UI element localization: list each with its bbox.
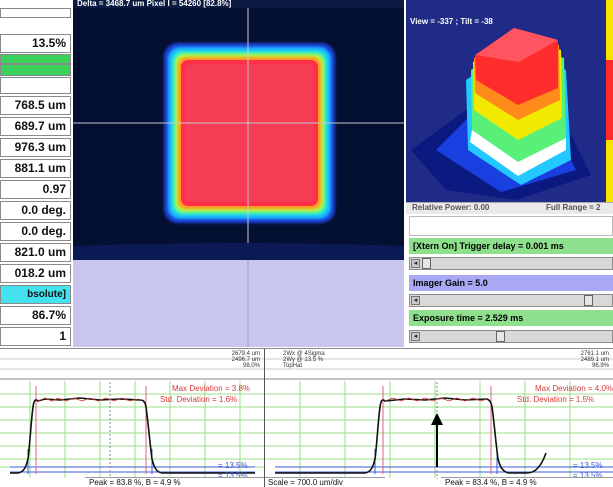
stat-tophat: 96.9% — [591, 363, 609, 369]
relative-power-label: Relative Power: 0.00 — [412, 203, 490, 212]
slider-thumb[interactable] — [422, 258, 431, 269]
full-range-label: Full Range = 2 — [546, 203, 601, 212]
result-value-12: 1 — [0, 327, 71, 346]
peak-footer-y: Peak = 83.4 %, B = 4.9 % — [441, 477, 613, 487]
slider-left-arrow-icon[interactable]: ◂ — [411, 259, 420, 268]
beam-3d-render — [406, 0, 613, 202]
label-tophat: TopHat — [283, 363, 303, 369]
result-value-4: 881.1 um — [0, 159, 71, 178]
result-value-7: 0.0 deg. — [0, 222, 71, 241]
max-deviation-label: Max Deviation = 3.8% — [172, 384, 251, 393]
profile-plot-y[interactable]: 2Wx @ 4Sigma 2Wy @ 13.5 % TopHat 2761.1 … — [265, 348, 613, 487]
trigger-delay-slider[interactable]: ◂ — [409, 257, 613, 270]
beam-caption: Delta = 3468.7 um Pixel I = 54260 [82.8%… — [77, 0, 232, 8]
trigger-delay-label: [Xtern On] Trigger delay = 0.001 ms — [409, 238, 613, 254]
imager-gain-label: Imager Gain = 5.0 — [409, 275, 613, 291]
green-indicator-1 — [0, 54, 71, 64]
results-panel: 13.5% 768.5 um 689.7 um 976.3 um 881.1 um 0.9… — [0, 0, 73, 352]
exposure-time-label: Exposure time = 2.529 ms — [409, 310, 613, 326]
stat-tophat: 98.0% — [242, 363, 260, 369]
result-value-9: 018.2 um — [0, 264, 71, 283]
green-indicator-2 — [0, 64, 71, 76]
result-value-10: bsolute] — [0, 285, 71, 304]
level-label-a: = 13.5% — [573, 461, 603, 470]
result-value-5: 0.97 — [0, 180, 71, 199]
slider-left-arrow-icon[interactable]: ◂ — [411, 332, 420, 341]
status-bar-top — [0, 8, 71, 18]
beam-3d-view[interactable]: View = -337 ; Tilt = -38 — [406, 0, 613, 202]
beam-2d-view[interactable] — [73, 8, 404, 260]
peak-footer-x: Peak = 83.8 %, B = 4.9 % — [85, 477, 264, 487]
result-value-2: 689.7 um — [0, 117, 71, 136]
scale-footer: Scale = 700.0 um/div — [265, 477, 385, 487]
result-value-0: 13.5% — [0, 34, 71, 53]
result-value-3: 976.3 um — [0, 138, 71, 157]
profile-plot-x[interactable]: 2679.4 um 2496.7 um 98.0% Max Deviation … — [0, 348, 265, 487]
profile-y-chart — [265, 358, 613, 479]
result-value-8: 821.0 um — [0, 243, 71, 262]
slider-thumb[interactable] — [584, 295, 593, 306]
std-deviation-label: Std. Deviation = 1.5% — [517, 395, 595, 404]
camera-controls: Relative Power: 0.00 Full Range = 2 [Xte… — [406, 202, 613, 348]
slider-thumb[interactable] — [496, 331, 505, 342]
slider-left-arrow-icon[interactable]: ◂ — [411, 296, 420, 305]
max-deviation-label: Max Deviation = 4.0% — [535, 384, 613, 393]
imager-gain-slider[interactable]: ◂ — [409, 294, 613, 307]
result-value-6: 0.0 deg. — [0, 201, 71, 220]
range-field[interactable] — [409, 216, 613, 236]
result-value-1: 768.5 um — [0, 96, 71, 115]
view-caption: View = -337 ; Tilt = -38 — [410, 17, 493, 26]
status-bar-blank — [0, 77, 71, 94]
beam-caption-bar: Delta = 3468.7 um Pixel I = 54260 [82.8%… — [73, 0, 404, 8]
exposure-time-slider[interactable]: ◂ — [409, 330, 613, 343]
std-deviation-label: Std. Deviation = 1.6% — [160, 395, 238, 404]
beam-lower-area — [73, 260, 404, 347]
beam-image — [73, 8, 404, 260]
level-label-a: = 13.5% — [218, 461, 248, 470]
result-value-11: 86.7% — [0, 306, 71, 325]
